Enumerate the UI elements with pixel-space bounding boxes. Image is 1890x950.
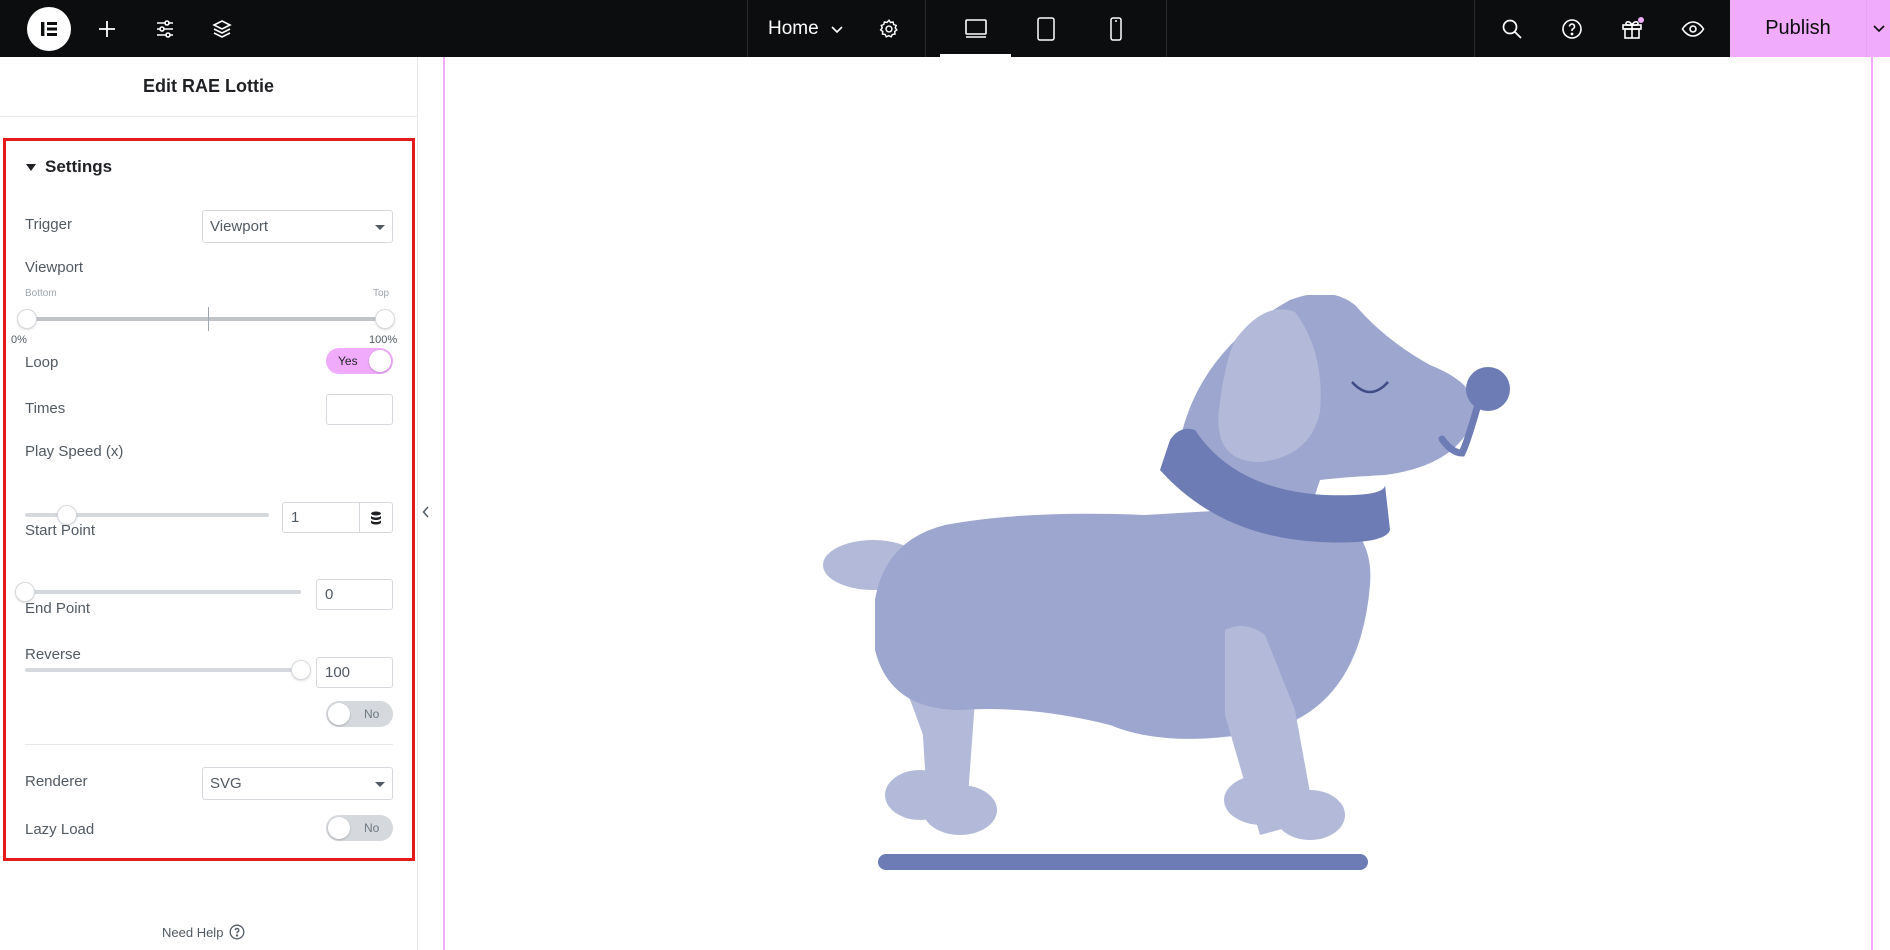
top-bar: Home Publish (0, 0, 1890, 57)
publish-button[interactable]: Publish (1730, 0, 1866, 57)
page-selector[interactable]: Home (768, 0, 845, 57)
desktop-icon[interactable] (960, 0, 992, 57)
play-speed-label: Play Speed (x) (25, 443, 124, 460)
search-icon[interactable] (1497, 0, 1527, 57)
toggle-knob (328, 817, 350, 839)
start-point-slider-track[interactable] (25, 590, 301, 594)
panel-title: Edit RAE Lottie (0, 57, 417, 117)
viewport-min-caption: Bottom (25, 288, 57, 299)
collapse-panel-button[interactable] (419, 502, 433, 522)
need-help-text: Need Help (162, 924, 224, 940)
start-point-input[interactable]: 0 (316, 579, 393, 610)
add-element-icon[interactable] (92, 0, 122, 57)
publish-options-button[interactable] (1866, 0, 1890, 57)
dropdown-arrow-icon (375, 782, 385, 787)
renderer-label: Renderer (25, 773, 88, 790)
settings-section: Settings Trigger Viewport Viewport Botto… (3, 138, 415, 861)
reverse-toggle-text: No (364, 707, 380, 721)
renderer-select[interactable]: SVG (202, 767, 393, 800)
chevron-down-icon (1873, 24, 1885, 32)
chevron-down-icon (831, 25, 843, 33)
section-divider (25, 744, 393, 745)
need-help-link[interactable]: Need Help (162, 924, 245, 940)
play-speed-input[interactable]: 1 (282, 502, 360, 533)
toolbar-divider (1166, 0, 1167, 57)
times-input[interactable] (326, 394, 393, 425)
elementor-logo-icon[interactable] (27, 7, 71, 51)
loop-label: Loop (25, 354, 59, 371)
lazy-load-label: Lazy Load (25, 821, 95, 838)
caret-down-icon (26, 163, 36, 171)
start-point-slider-handle[interactable] (16, 583, 34, 601)
dynamic-tags-button[interactable] (360, 502, 393, 533)
viewport-range-track[interactable] (25, 317, 393, 321)
help-icon[interactable] (1557, 0, 1587, 57)
preview-eye-icon[interactable] (1677, 0, 1709, 57)
section-title: Settings (45, 157, 113, 176)
toolbar-divider (1474, 0, 1475, 57)
loop-toggle-text: Yes (338, 354, 358, 368)
editor-panel: Edit RAE Lottie Settings Trigger Viewpor… (0, 57, 418, 950)
end-point-slider-handle[interactable] (292, 661, 310, 679)
structure-layers-icon[interactable] (207, 0, 237, 57)
lazy-load-toggle[interactable]: No (326, 815, 393, 841)
publish-label: Publish (1765, 17, 1831, 39)
viewport-min-value: 0% (11, 334, 27, 346)
tablet-icon[interactable] (1030, 0, 1062, 57)
start-point-label: Start Point (25, 522, 96, 539)
trigger-select[interactable]: Viewport (202, 210, 393, 243)
toggle-knob (328, 703, 350, 725)
chevron-left-icon (422, 506, 429, 518)
toolbar-divider (925, 0, 926, 57)
reverse-toggle[interactable]: No (326, 701, 393, 727)
trigger-value: Viewport (210, 218, 269, 235)
toggle-knob (369, 350, 391, 372)
viewport-label: Viewport (25, 259, 84, 276)
database-icon (371, 511, 381, 524)
reverse-label: Reverse (25, 646, 81, 663)
times-label: Times (25, 400, 66, 417)
viewport-max-caption: Top (373, 288, 390, 299)
lazy-load-toggle-text: No (364, 821, 380, 835)
viewport-range-start-handle[interactable] (18, 310, 36, 328)
viewport-max-value: 100% (369, 334, 398, 346)
end-point-input[interactable]: 100 (316, 657, 393, 688)
dropdown-arrow-icon (375, 225, 385, 230)
viewport-range-midmark (208, 307, 209, 331)
whats-new-gift-icon[interactable] (1617, 0, 1647, 57)
site-settings-icon[interactable] (150, 0, 180, 57)
loop-toggle[interactable]: Yes (326, 348, 393, 374)
viewport-range-end-handle[interactable] (376, 310, 394, 328)
settings-section-header[interactable]: Settings (26, 157, 112, 177)
help-circle-icon (229, 924, 245, 940)
trigger-label: Trigger (25, 216, 72, 233)
end-point-label: End Point (25, 600, 91, 617)
page-name: Home (768, 17, 819, 39)
end-point-slider-track[interactable] (25, 668, 301, 672)
dog-lottie-animation[interactable] (820, 295, 1520, 875)
mobile-icon[interactable] (1100, 0, 1132, 57)
toolbar-divider (747, 0, 748, 57)
renderer-value: SVG (210, 775, 242, 792)
page-settings-gear-icon[interactable] (874, 0, 904, 57)
